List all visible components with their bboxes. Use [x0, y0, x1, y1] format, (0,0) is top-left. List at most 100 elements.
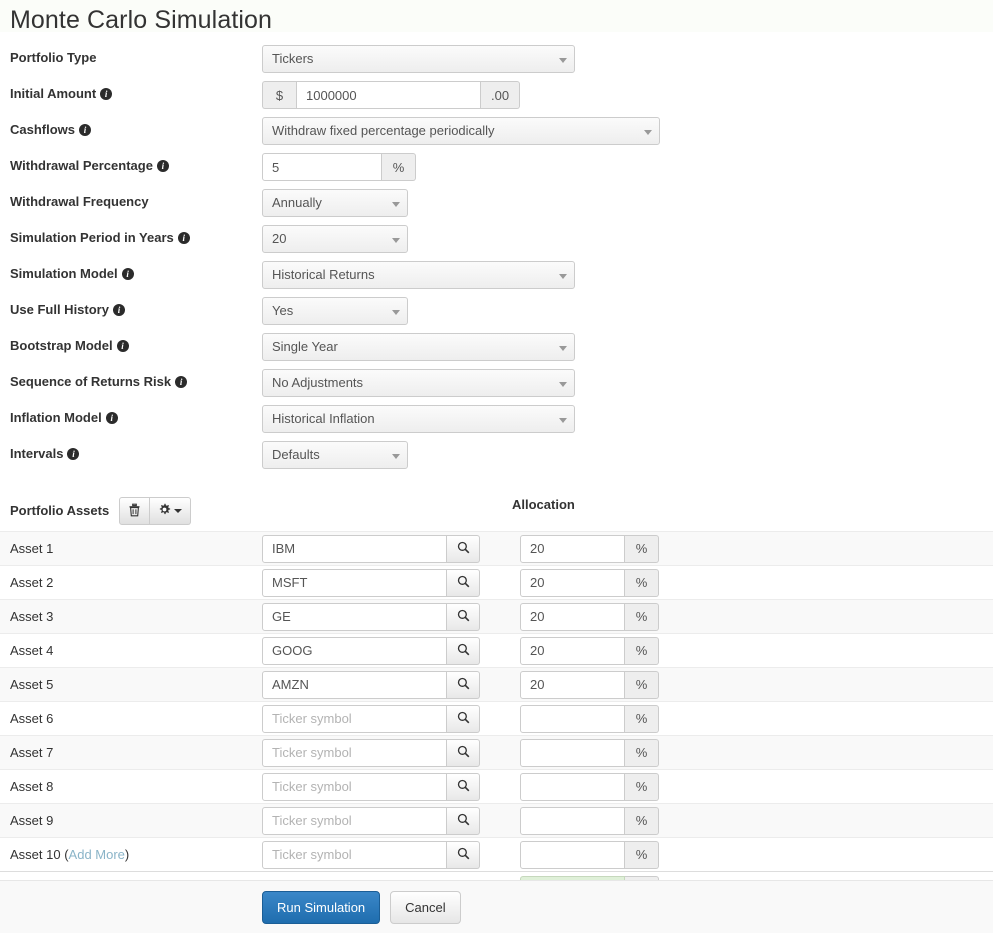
input-initial-amount[interactable]	[296, 81, 481, 109]
ticker-search-button[interactable]	[447, 738, 480, 767]
ticker-search-button[interactable]	[447, 602, 480, 631]
run-simulation-button[interactable]: Run Simulation	[262, 890, 381, 924]
label-inflation-model: Inflation Model i	[10, 405, 262, 430]
percent-addon: %	[382, 153, 416, 181]
ticker-search-button[interactable]	[447, 568, 480, 597]
ticker-search-button[interactable]	[447, 534, 480, 563]
info-icon[interactable]: i	[175, 376, 188, 388]
ticker-cell	[262, 704, 512, 733]
ticker-search-button[interactable]	[447, 670, 480, 699]
ticker-cell	[262, 602, 512, 631]
form-row-sequence-of-returns-risk: Sequence of Returns Risk i No Adjustments	[0, 369, 993, 405]
label-bootstrap-model: Bootstrap Model i	[10, 333, 262, 358]
allocation-input[interactable]	[520, 738, 625, 767]
select-sequence-of-returns-risk[interactable]: No Adjustments	[262, 369, 575, 397]
allocation-input-group: %	[520, 670, 659, 699]
ticker-search-button[interactable]	[447, 840, 480, 869]
allocation-input[interactable]	[520, 568, 625, 597]
info-icon[interactable]: i	[112, 304, 125, 316]
chevron-down-icon	[559, 58, 567, 63]
percent-addon: %	[625, 534, 659, 563]
info-icon[interactable]: i	[121, 268, 134, 280]
ticker-input[interactable]	[262, 636, 447, 665]
cents-addon: .00	[481, 81, 521, 109]
search-icon	[457, 745, 470, 761]
info-icon[interactable]: i	[156, 160, 169, 172]
select-cashflows[interactable]: Withdraw fixed percentage periodically	[262, 117, 660, 145]
control-withdrawal-percentage: %	[262, 153, 993, 181]
ticker-input[interactable]	[262, 806, 447, 835]
assets-settings-button[interactable]	[150, 497, 192, 525]
select-withdrawal-frequency[interactable]: Annually	[262, 189, 408, 217]
clear-assets-button[interactable]	[119, 497, 151, 525]
portfolio-assets-title: Portfolio Assets	[10, 503, 110, 518]
percent-addon: %	[625, 772, 659, 801]
portfolio-assets-rows: Asset 1%Asset 2%Asset 3%Asset 4%Asset 5%…	[0, 531, 993, 871]
asset-row: Asset 8%	[0, 769, 993, 803]
asset-row: Asset 5%	[0, 667, 993, 701]
ticker-input[interactable]	[262, 772, 447, 801]
allocation-input[interactable]	[520, 670, 625, 699]
ticker-input-group	[262, 602, 480, 631]
asset-row: Asset 1%	[0, 531, 993, 565]
form-row-withdrawal-percentage: Withdrawal Percentagei%	[0, 153, 993, 189]
allocation-cell: %	[520, 772, 659, 801]
info-icon[interactable]: i	[105, 412, 118, 424]
info-icon[interactable]: i	[116, 340, 129, 352]
ticker-cell	[262, 806, 512, 835]
cancel-button[interactable]: Cancel	[390, 890, 461, 924]
form-row-withdrawal-frequency: Withdrawal Frequency Annually	[0, 189, 993, 225]
asset-label-text: Asset 10	[10, 847, 61, 862]
ticker-input[interactable]	[262, 568, 447, 597]
label-use-full-history: Use Full History i	[10, 297, 262, 322]
input-withdrawal-percentage[interactable]	[262, 153, 382, 181]
allocation-input[interactable]	[520, 534, 625, 563]
select-bootstrap-model[interactable]: Single Year	[262, 333, 575, 361]
ticker-input[interactable]	[262, 534, 447, 563]
allocation-input[interactable]	[520, 704, 625, 733]
ticker-input[interactable]	[262, 670, 447, 699]
form-row-portfolio-type: Portfolio Type Tickers	[0, 45, 993, 81]
allocation-input[interactable]	[520, 602, 625, 631]
allocation-input[interactable]	[520, 772, 625, 801]
search-icon	[457, 677, 470, 693]
ticker-cell	[262, 670, 512, 699]
portfolio-assets-toolbar	[119, 497, 192, 525]
select-intervals[interactable]: Defaults	[262, 441, 408, 469]
allocation-input[interactable]	[520, 806, 625, 835]
form-row-simulation-period: Simulation Period in Years i 20	[0, 225, 993, 261]
ticker-search-button[interactable]	[447, 772, 480, 801]
select-simulation-model[interactable]: Historical Returns	[262, 261, 575, 289]
add-more-link[interactable]: Add More	[69, 847, 125, 862]
select-use-full-history[interactable]: Yes	[262, 297, 408, 325]
ticker-input[interactable]	[262, 602, 447, 631]
control-simulation-model: Historical Returns	[262, 261, 993, 289]
asset-row: Asset 10 (Add More)%	[0, 837, 993, 871]
ticker-input[interactable]	[262, 840, 447, 869]
info-icon[interactable]: i	[67, 448, 80, 460]
allocation-input-group: %	[520, 704, 659, 733]
ticker-input[interactable]	[262, 704, 447, 733]
gear-icon	[158, 503, 171, 519]
select-value: Defaults	[272, 447, 320, 462]
ticker-search-button[interactable]	[447, 806, 480, 835]
asset-label: Asset 1	[10, 541, 262, 556]
info-icon[interactable]: i	[79, 124, 92, 136]
search-icon	[457, 609, 470, 625]
ticker-search-button[interactable]	[447, 636, 480, 665]
select-inflation-model[interactable]: Historical Inflation	[262, 405, 575, 433]
ticker-input[interactable]	[262, 738, 447, 767]
form-row-cashflows: Cashflows i Withdraw fixed percentage peri…	[0, 117, 993, 153]
ticker-search-button[interactable]	[447, 704, 480, 733]
info-icon[interactable]: i	[100, 88, 113, 100]
percent-addon: %	[625, 636, 659, 665]
info-icon[interactable]: i	[177, 232, 190, 244]
chevron-down-icon	[174, 509, 183, 513]
allocation-input[interactable]	[520, 840, 625, 869]
allocation-input[interactable]	[520, 636, 625, 665]
ticker-cell	[262, 840, 512, 869]
label-intervals: Intervals i	[10, 441, 262, 466]
select-simulation-period[interactable]: 20	[262, 225, 408, 253]
select-portfolio-type[interactable]: Tickers	[262, 45, 575, 73]
asset-row: Asset 3%	[0, 599, 993, 633]
